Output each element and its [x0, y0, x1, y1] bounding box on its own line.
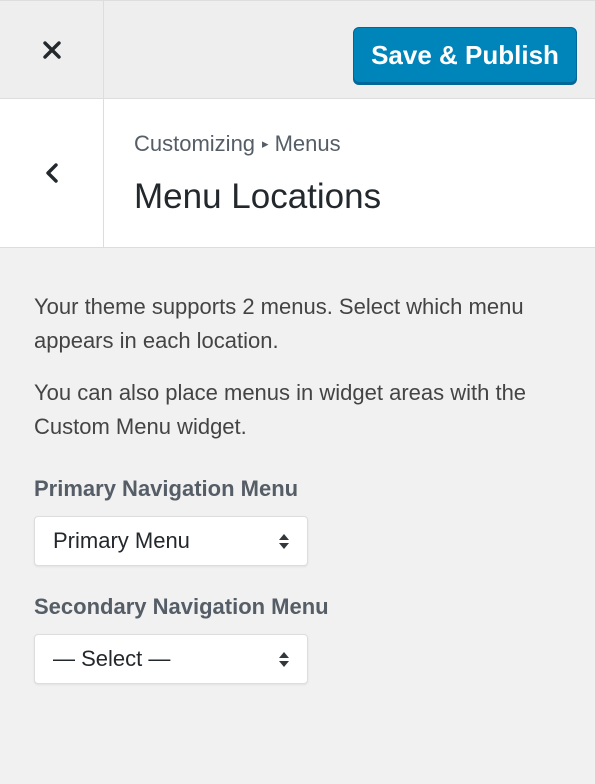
chevron-left-icon	[45, 163, 58, 183]
description-text: Your theme supports 2 menus. Select whic…	[34, 294, 524, 353]
page-title: Menu Locations	[134, 177, 382, 216]
customizer-header: Save & Publish	[0, 0, 595, 99]
section-header: Customizing ▸ Menus Menu Locations	[0, 99, 595, 248]
back-button[interactable]	[0, 99, 104, 247]
secondary-location-label: Secondary Navigation Menu	[34, 594, 329, 619]
save-publish-button[interactable]: Save & Publish	[353, 27, 577, 83]
widget-hint-text: You can also place menus in widget areas…	[34, 380, 527, 439]
select-arrows-icon	[279, 651, 289, 667]
breadcrumb-parent: Customizing	[134, 131, 256, 156]
breadcrumb-current: Menus	[274, 131, 341, 156]
primary-menu-selected-value: Primary Menu	[53, 528, 190, 553]
menu-locations-panel: Your theme supports 2 menus. Select whic…	[34, 290, 574, 684]
primary-location-label: Primary Navigation Menu	[34, 476, 299, 501]
secondary-menu-select[interactable]: — Select —	[34, 634, 308, 684]
primary-menu-select[interactable]: Primary Menu	[34, 516, 308, 566]
close-icon	[42, 40, 61, 59]
breadcrumb: Customizing ▸ Menus	[134, 131, 341, 157]
secondary-menu-selected-value: — Select —	[53, 646, 171, 671]
close-customizer-button[interactable]	[0, 1, 104, 98]
caret-right-icon: ▸	[262, 136, 269, 151]
select-arrows-icon	[279, 533, 289, 549]
